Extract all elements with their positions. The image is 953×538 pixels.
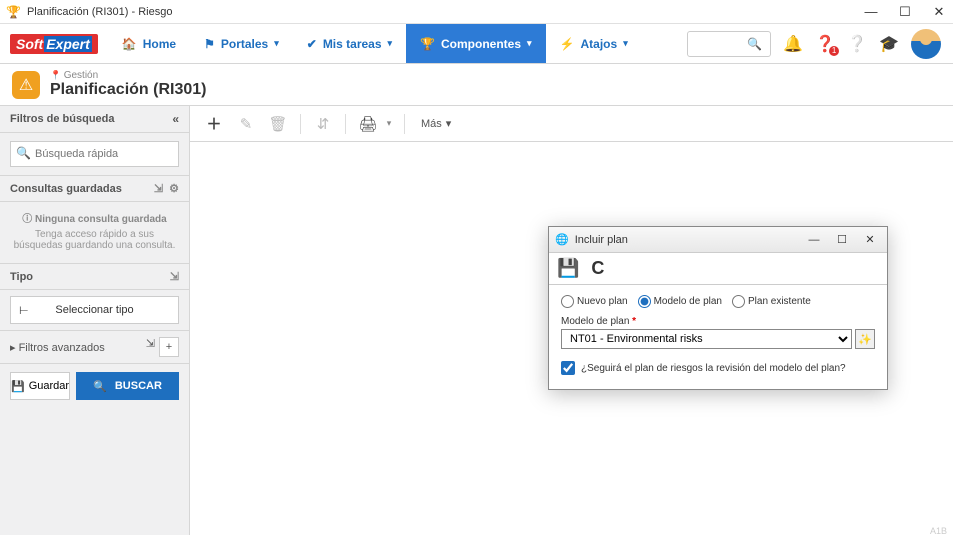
pin-icon[interactable]: ⇲	[154, 182, 163, 195]
modal-minimize-button[interactable]: —	[803, 231, 825, 249]
delete-button: 🗑	[264, 110, 292, 138]
global-search[interactable]: 🔍	[687, 31, 771, 57]
include-plan-modal: 🌐 Incluir plan — ☐ ✕ 💾 C Nuevo plan Mode…	[548, 226, 888, 390]
help-icon[interactable]: ❔	[847, 34, 867, 54]
model-field-label: Modelo de plan *	[561, 316, 875, 327]
filters-header: Filtros de búsqueda «	[0, 106, 189, 133]
type-title: Tipo	[10, 271, 33, 283]
window-title-bar: 🏆 Planificación (RI301) - Riesgo — ☐ ✕	[0, 0, 953, 24]
quick-search-input[interactable]	[10, 141, 179, 167]
hierarchy-button: ⇵	[309, 110, 337, 138]
nav-atajos[interactable]: ⚡ Atajos ▾	[546, 24, 642, 63]
sidebar: Filtros de búsqueda « Consultas guardada…	[0, 106, 190, 535]
advanced-filters-row[interactable]: ▸ Filtros avanzados ⇲ +	[0, 330, 189, 364]
modal-title-bar[interactable]: 🌐 Incluir plan — ☐ ✕	[549, 227, 887, 253]
graduation-icon[interactable]: 🎓	[879, 34, 899, 54]
home-icon: 🏠	[122, 37, 137, 51]
caret-down-icon: ▾	[388, 38, 393, 49]
empty-text: Tenga acceso rápido a sus búsquedas guar…	[10, 229, 179, 251]
saved-queries-empty: ⓘ Ninguna consulta guardada Tenga acceso…	[0, 202, 189, 263]
page-icon: ⚠	[12, 71, 40, 99]
flag-icon: ⚑	[204, 37, 215, 51]
radio-modelo[interactable]: Modelo de plan	[638, 295, 722, 308]
saved-queries-header: Consultas guardadas ⇲ ⚙	[0, 175, 189, 202]
advanced-label: Filtros avanzados	[19, 342, 105, 354]
bolt-icon: ⚡	[560, 37, 575, 51]
gear-icon[interactable]: ⚙	[169, 182, 179, 195]
search-icon: 🔍	[747, 37, 762, 51]
modal-toolbar: 💾 C	[549, 253, 887, 285]
print-button[interactable]: 🖨	[354, 110, 382, 138]
model-select[interactable]: NT01 - Environmental risks	[561, 329, 852, 349]
tree-icon: ⊢	[19, 304, 29, 317]
breadcrumb: Gestión	[50, 70, 207, 81]
logo[interactable]: SoftExpert	[0, 24, 108, 63]
nav-componentes-label: Componentes	[441, 37, 521, 51]
modal-refresh-button[interactable]: C	[591, 258, 604, 279]
follow-revision-checkbox[interactable]	[561, 361, 575, 375]
nav-portales-label: Portales	[221, 37, 268, 51]
model-picker-button[interactable]: ✨	[855, 329, 875, 349]
nav-atajos-label: Atajos	[581, 37, 618, 51]
top-nav: SoftExpert 🏠 Home ⚑ Portales ▾ ✔ Mis tar…	[0, 24, 953, 64]
add-filter-button[interactable]: +	[159, 337, 179, 357]
caret-down-icon: ▾	[623, 38, 628, 49]
nav-home-label: Home	[143, 37, 176, 51]
caret-down-icon: ▾	[527, 38, 532, 49]
save-button[interactable]: 💾 Guardar	[10, 372, 70, 400]
nav-portales[interactable]: ⚑ Portales ▾	[190, 24, 293, 63]
page-title: Planificación (RI301)	[50, 81, 207, 99]
nav-home[interactable]: 🏠 Home	[108, 24, 190, 63]
search-icon: 🔍	[93, 380, 107, 393]
checkbox-label: ¿Seguirá el plan de riesgos la revisión …	[581, 363, 846, 374]
nav-tareas-label: Mis tareas	[323, 37, 382, 51]
add-button[interactable]: ＋	[200, 110, 228, 138]
type-header: Tipo ⇲	[0, 263, 189, 290]
help-badge-icon[interactable]: ❓1	[815, 34, 835, 54]
search-button[interactable]: 🔍 BUSCAR	[76, 372, 179, 400]
caret-down-icon: ▾	[446, 117, 452, 130]
content-area: ＋ ✎ 🗑 ⇵ 🖨 ▾ Más ▾ 🌐 Incluir plan — ☐	[190, 106, 953, 535]
window-title: Planificación (RI301) - Riesgo	[27, 6, 863, 18]
radio-nuevo[interactable]: Nuevo plan	[561, 295, 628, 308]
check-icon: ✔	[307, 37, 317, 51]
content-toolbar: ＋ ✎ 🗑 ⇵ 🖨 ▾ Más ▾	[190, 106, 953, 142]
edit-button: ✎	[232, 110, 260, 138]
modal-save-button[interactable]: 💾	[557, 258, 579, 279]
empty-heading: Ninguna consulta guardada	[35, 214, 167, 225]
save-label: Guardar	[29, 380, 69, 392]
radio-existente[interactable]: Plan existente	[732, 295, 811, 308]
more-button[interactable]: Más ▾	[413, 117, 459, 130]
minimize-button[interactable]: —	[863, 4, 879, 19]
caret-down-icon: ▾	[274, 38, 279, 49]
pin-icon[interactable]: ⇲	[146, 337, 155, 357]
globe-icon: 🌐	[555, 233, 569, 246]
select-type-label: Seleccionar tipo	[55, 304, 133, 316]
close-button[interactable]: ✕	[931, 4, 947, 20]
saved-queries-title: Consultas guardadas	[10, 183, 122, 195]
trophy-icon: 🏆	[420, 37, 435, 51]
app-icon: 🏆	[6, 5, 21, 19]
nav-tareas[interactable]: ✔ Mis tareas ▾	[293, 24, 406, 63]
more-label: Más	[421, 118, 442, 130]
print-dropdown[interactable]: ▾	[382, 118, 396, 129]
filters-title: Filtros de búsqueda	[10, 113, 115, 125]
select-type-button[interactable]: ⊢ Seleccionar tipo	[10, 296, 179, 324]
modal-close-button[interactable]: ✕	[859, 231, 881, 249]
version-label: A1B	[930, 526, 947, 536]
notifications-icon[interactable]: 🔔	[783, 34, 803, 54]
modal-maximize-button[interactable]: ☐	[831, 231, 853, 249]
collapse-sidebar-button[interactable]: «	[172, 112, 179, 126]
nav-componentes[interactable]: 🏆 Componentes ▾	[406, 24, 546, 63]
plan-type-radios: Nuevo plan Modelo de plan Plan existente	[561, 295, 875, 308]
search-label: BUSCAR	[115, 380, 162, 392]
pin-icon[interactable]: ⇲	[170, 270, 179, 283]
user-avatar[interactable]	[911, 29, 941, 59]
maximize-button[interactable]: ☐	[897, 4, 913, 20]
modal-title: Incluir plan	[575, 234, 797, 246]
page-header: ⚠ Gestión Planificación (RI301)	[0, 64, 953, 105]
save-icon: 💾	[11, 380, 25, 393]
